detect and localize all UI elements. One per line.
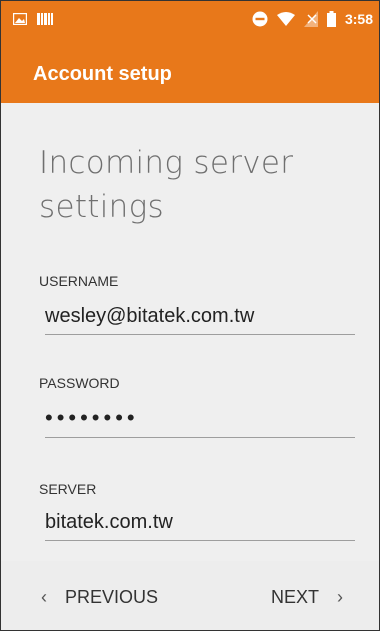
bottom-nav: ‹ PREVIOUS NEXT ›	[1, 561, 379, 630]
app-bar-title: Account setup	[33, 63, 172, 85]
server-field[interactable]: bitatek.com.tw	[45, 511, 355, 541]
server-label: SERVER	[39, 481, 97, 497]
previous-button-label: PREVIOUS	[65, 587, 159, 607]
username-field[interactable]: wesley@bitatek.com.tw	[45, 305, 355, 335]
chevron-right-icon: ›	[337, 587, 344, 607]
app-bar: Account setup	[1, 41, 379, 103]
password-field[interactable]: ••••••••	[45, 405, 355, 438]
username-label: USERNAME	[39, 273, 119, 289]
wifi-icon	[276, 12, 295, 26]
no-sim-icon	[303, 11, 318, 27]
battery-icon	[326, 11, 336, 27]
barcode-icon	[37, 13, 53, 25]
chevron-left-icon: ‹	[41, 587, 47, 607]
previous-button[interactable]: ‹ PREVIOUS	[41, 587, 158, 608]
clock: 3:58	[344, 11, 373, 27]
image-icon	[13, 13, 27, 25]
next-button[interactable]: NEXT ›	[271, 587, 343, 608]
status-bar: 3:58	[1, 1, 379, 41]
password-label: PASSWORD	[39, 375, 120, 391]
do-not-disturb-icon	[252, 11, 268, 27]
settings-form: Incoming server settings USERNAME wesley…	[1, 103, 379, 561]
screen: 3:58 Account setup Incoming server setti…	[0, 0, 380, 631]
page-title: Incoming server settings	[39, 145, 294, 225]
next-button-label: NEXT	[271, 587, 320, 607]
